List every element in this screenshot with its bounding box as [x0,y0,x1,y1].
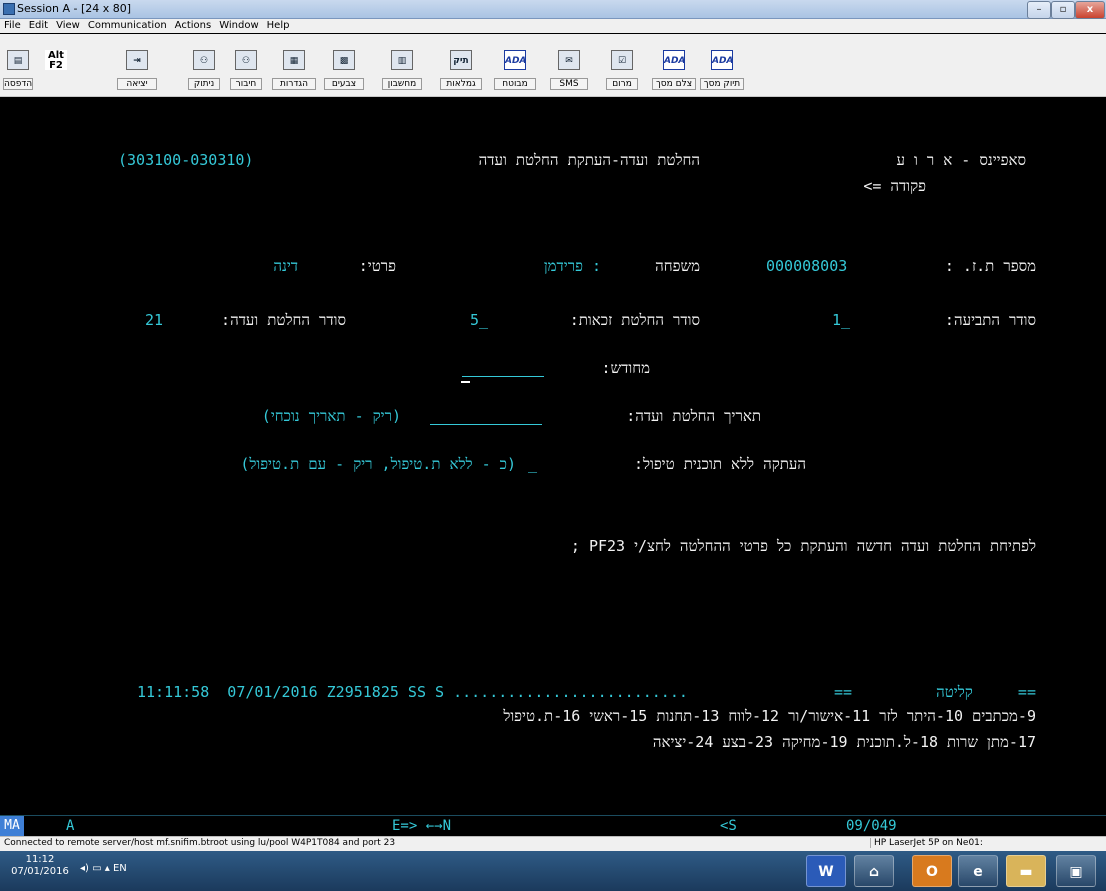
status-bar: Connected to remote server/host mf.snifi… [0,836,1106,851]
screen-mode: == קליטה [936,683,1036,701]
taskbar-word-icon[interactable]: W [806,855,846,887]
connection-status: Connected to remote server/host mf.snifi… [4,838,396,848]
toolbar-insured-button[interactable]: ADA מבוטח [494,50,536,90]
tray-expand-icon: ▴ [104,863,110,874]
minimize-button[interactable]: – [1027,1,1051,19]
first-name-value: דינה [273,257,298,275]
marom-icon: ☑ [611,50,633,70]
menu-file[interactable]: File [0,19,25,33]
taskbar-network-app-icon[interactable]: ⌂ [854,855,894,887]
alt-f2-icon: Alt F2 [45,50,67,71]
function-keys-line-2: 17-מתן שרות 18-ל.תוכנית 19-מחיקה 23-בצע … [652,733,1036,751]
taskbar-outlook-icon[interactable]: O [912,855,952,887]
id-label: מספר ת.ז. : [944,257,1036,275]
session-app-icon [3,3,15,15]
sms-icon: ✉ [558,50,580,70]
menu-bar: File Edit View Communication Actions Window He… [0,19,1106,33]
oia-a-indicator: A [66,818,75,834]
taskbar-paint-icon[interactable]: ▣ [1056,855,1096,887]
toolbar-calculator-button[interactable]: ▥ מחשבון [382,50,422,90]
ada-file-screen-icon: ADA [711,50,733,70]
colors-icon: ▩ [333,50,355,70]
language-indicator[interactable]: EN [113,863,127,874]
committee-date-label: תאריך החלטת ועדה: [626,407,761,425]
toolbar-disconnect-button[interactable]: ⚇ ניתוק [188,50,220,90]
ada-insured-icon: ADA [504,50,526,70]
oia-s-indicator: <S [720,818,737,834]
maximize-button[interactable]: ▫ [1051,1,1075,19]
text-cursor [461,381,470,383]
menu-edit[interactable]: Edit [25,19,52,33]
disconnect-icon: ⚇ [193,50,215,70]
toolbar-pensions-button[interactable]: תיק גמלאות [440,50,482,90]
oia-input-indicator: E=> ←→N [392,818,452,834]
status-line: 11:11:58 07/01/2016 Z2951825 SS S ......… [137,683,688,701]
toolbar-alt-f2-button[interactable]: Alt F2 [42,50,70,90]
renewed-field[interactable] [462,376,544,377]
claim-serial-label: סודר התביעה: [944,311,1036,329]
committee-date-field[interactable] [430,424,542,425]
committee-serial-value: 21 [145,311,164,329]
function-keys-line-1: 9-מכתבים 10-היתר לזר 11-אישור/ור 12-לווח… [503,707,1036,725]
system-name: סאפיינס - א ר ו ע [896,151,1026,169]
taskbar-explorer-icon[interactable]: ▬ [1006,855,1046,887]
toolbar: ▤ הדפסה Alt F2 ⇥ יציאה ⚇ ניתוק ⚇ חיבור ▦… [0,34,1106,97]
menu-help[interactable]: Help [263,19,294,33]
cursor-position: 09/049 [846,818,897,834]
entitlement-serial-field[interactable]: 5_ [470,311,488,329]
toolbar-connect-button[interactable]: ⚇ חיבור [230,50,262,90]
committee-serial-label: סודר החלטת ועדה: [221,311,346,329]
copy-no-plan-field[interactable]: _ [528,455,537,473]
toolbar-exit-button[interactable]: ⇥ יציאה [117,50,157,90]
family-label: משפחה [655,257,700,275]
oia-ma-indicator: MA [0,816,24,836]
toolbar-colors-button[interactable]: ▩ צבעים [324,50,364,90]
toolbar-file-screen-button[interactable]: ADA תיוק מסך [700,50,744,90]
taskbar: 11:12 07/01/2016 ◂) ▭ ▴ EN W ⌂ O e ▬ ▣ [0,851,1106,891]
close-button[interactable]: x [1075,1,1105,19]
status-separator: == [834,683,853,701]
menu-window[interactable]: Window [215,19,262,33]
screen-code: (303100-030310) [118,151,254,169]
volume-icon: ◂) [80,863,89,874]
menu-view[interactable]: View [52,19,84,33]
toolbar-settings-button[interactable]: ▦ הגדרות [272,50,316,90]
pf23-instruction: לפתיחת החלטת ועדה חדשה והעתקת כל פרטי הה… [570,537,1036,555]
ada-screenshot-icon: ADA [663,50,685,70]
claim-serial-field[interactable]: 1_ [832,311,850,329]
id-value: 000008003 [766,257,848,275]
taskbar-clock[interactable]: 11:12 07/01/2016 [10,854,70,878]
system-tray[interactable]: ◂) ▭ ▴ EN [80,863,127,874]
printer-status: HP LaserJet 5P on Ne01: [870,838,983,848]
first-name-label: פרטי: [358,257,396,275]
operator-info-area: MA A E=> ←→N <S 09/049 [0,815,1106,836]
window-title-bar[interactable]: Session A - [24 x 80] – ▫ x [0,0,1106,19]
copy-no-plan-label: העתקה ללא תוכנית טיפול: [633,455,806,473]
calculator-icon: ▥ [391,50,413,70]
exit-icon: ⇥ [126,50,148,70]
renewed-label: מחודש: [601,359,650,377]
window-title: Session A - [24 x 80] [17,2,132,15]
toolbar-print-button[interactable]: ▤ הדפסה [3,50,33,90]
family-value: : פרידמן [543,257,601,275]
copy-no-plan-hint: (כ - ללא ת.טיפול, ריק - עם ת.טיפול) [240,455,516,473]
network-icon: ▭ [92,863,102,874]
pensions-folder-icon: תיק [450,50,472,70]
terminal-screen[interactable]: סאפיינס - א ר ו ע החלטת ועדה-העתקת החלטת… [0,97,1106,815]
printer-icon: ▤ [7,50,29,70]
connect-icon: ⚇ [235,50,257,70]
toolbar-marom-button[interactable]: ☑ מרום [606,50,638,90]
taskbar-ie-icon[interactable]: e [958,855,998,887]
menu-communication[interactable]: Communication [84,19,171,33]
entitlement-serial-label: סודר החלטת זכאות: [569,311,700,329]
committee-date-hint: (ריק - תאריך נוכחי) [261,407,401,425]
toolbar-screenshot-button[interactable]: ADA צלם מסך [652,50,696,90]
toolbar-sms-button[interactable]: ✉ SMS [550,50,588,90]
command-label: פקודה => [863,177,926,195]
settings-icon: ▦ [283,50,305,70]
screen-title: החלטת ועדה-העתקת החלטת ועדה [478,151,700,169]
menu-actions[interactable]: Actions [171,19,216,33]
